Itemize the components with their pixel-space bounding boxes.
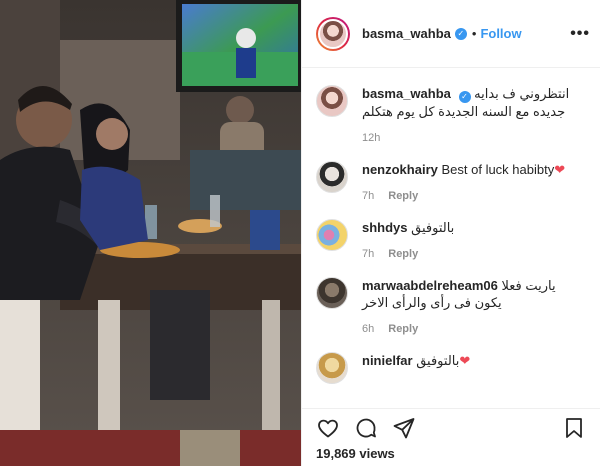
author-username[interactable]: basma_wahba <box>362 26 451 41</box>
comment-username[interactable]: ninielfar <box>362 353 413 368</box>
post-header: basma_wahba ✓ • Follow ••• <box>302 0 600 68</box>
bookmark-icon[interactable] <box>562 416 586 440</box>
caption: basma_wahba ✓ انتظروني ف بدايه جديده مع … <box>316 85 586 147</box>
caption-username[interactable]: basma_wahba <box>362 86 451 101</box>
caption-text-line1: انتظروني ف بدايه <box>474 86 570 101</box>
reply-button[interactable]: Reply <box>388 246 418 263</box>
comment-text: Best of luck habibty <box>441 162 555 177</box>
comment-text: ياريت فعلا <box>501 278 556 293</box>
comment-username[interactable]: shhdys <box>362 220 408 235</box>
comment-username[interactable]: marwaabdelreheam06 <box>362 278 498 293</box>
share-icon[interactable] <box>392 416 416 440</box>
more-options-icon[interactable]: ••• <box>570 25 590 43</box>
comment-item: nenzokhairy Best of luck habibty❤ 7h Rep… <box>316 161 586 205</box>
heart-icon[interactable] <box>316 416 340 440</box>
comment-icon[interactable] <box>354 416 378 440</box>
post-photo[interactable] <box>0 0 301 466</box>
comment-text: بالتوفيق <box>411 220 455 235</box>
action-bar <box>302 408 600 446</box>
red-heart-emoji: ❤ <box>554 162 566 177</box>
commenter-avatar[interactable] <box>316 161 348 193</box>
commenter-avatar[interactable] <box>316 352 348 384</box>
follow-button[interactable]: Follow <box>480 26 521 41</box>
caption-avatar[interactable] <box>316 85 348 117</box>
comment-username[interactable]: nenzokhairy <box>362 162 438 177</box>
comment-item: ninielfar بالتوفيق❤ <box>316 352 586 384</box>
author-avatar[interactable] <box>316 16 350 51</box>
views-count[interactable]: 19,869 views <box>316 446 395 461</box>
reply-button[interactable]: Reply <box>388 188 418 205</box>
comment-timestamp[interactable]: 7h <box>362 188 374 205</box>
comments-list[interactable]: basma_wahba ✓ انتظروني ف بدايه جديده مع … <box>302 69 600 408</box>
post-sidebar: basma_wahba ✓ • Follow ••• basma_wahba ✓… <box>301 0 600 466</box>
comment-text-line2: يكون فى رأى والرأى الاخر <box>362 295 502 310</box>
comment-item: shhdys بالتوفيق 7h Reply <box>316 219 586 263</box>
caption-timestamp[interactable]: 12h <box>362 130 380 147</box>
caption-text-line2: جديده مع السنه الجديدة كل يوم هتكلم <box>362 104 566 119</box>
commenter-avatar[interactable] <box>316 277 348 309</box>
restaurant-scene-image <box>0 0 301 466</box>
comment-item: marwaabdelreheam06 ياريت فعلا يكون فى رأ… <box>316 277 586 338</box>
separator-dot: • <box>471 26 477 41</box>
red-heart-emoji: ❤ <box>459 353 471 368</box>
commenter-avatar[interactable] <box>316 219 348 251</box>
comment-timestamp[interactable]: 6h <box>362 321 374 338</box>
comment-text: بالتوفيق <box>416 353 460 368</box>
reply-button[interactable]: Reply <box>388 321 418 338</box>
verified-badge-icon: ✓ <box>454 27 467 40</box>
verified-badge-icon: ✓ <box>458 91 471 103</box>
comment-timestamp[interactable]: 7h <box>362 246 374 263</box>
